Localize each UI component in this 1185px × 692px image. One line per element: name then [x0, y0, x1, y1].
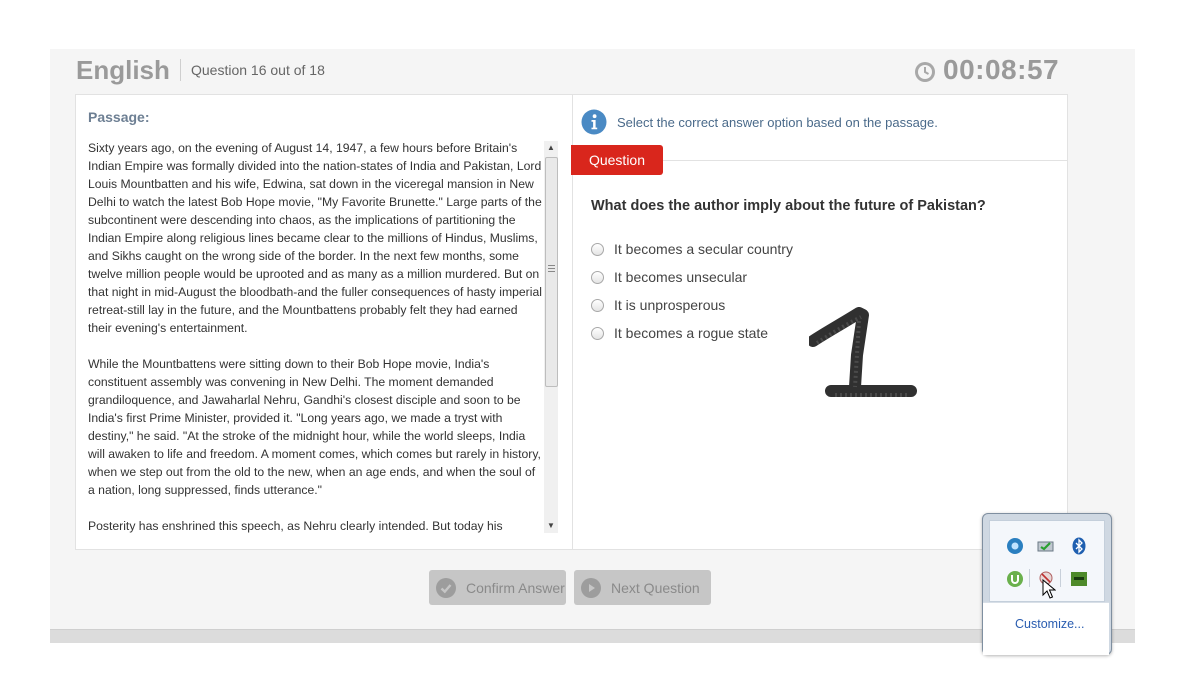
system-tray-popup: Customize... [982, 513, 1112, 655]
next-question-button[interactable]: Next Question [574, 570, 711, 605]
header-divider [180, 59, 181, 81]
network-icon[interactable] [1006, 537, 1024, 555]
next-question-label: Next Question [611, 579, 700, 596]
passage-paragraph: While the Mountbattens were sitting down… [88, 357, 541, 497]
clock-icon [915, 62, 935, 82]
question-counter: Question 16 out of 18 [191, 62, 325, 78]
option-label[interactable]: It becomes a rogue state [614, 325, 768, 341]
customize-link[interactable]: Customize... [1015, 617, 1084, 631]
countdown-timer: 00:08:57 [943, 54, 1060, 85]
test-app: English Question 16 out of 18 00:08:57 P… [50, 49, 1135, 643]
passage-paragraph: Posterity has enshrined this speech, as … [88, 519, 503, 533]
confirm-answer-button[interactable]: Confirm Answer [429, 570, 566, 605]
option-label[interactable]: It becomes a secular country [614, 241, 793, 257]
radio-button[interactable] [591, 242, 604, 256]
radio-button[interactable] [591, 298, 604, 312]
option-label[interactable]: It becomes unsecular [614, 269, 747, 285]
tray-divider [1029, 569, 1030, 587]
scroll-down-arrow-icon[interactable]: ▼ [544, 519, 558, 533]
battery-icon[interactable] [1037, 537, 1055, 555]
torrent-icon[interactable] [1006, 570, 1024, 588]
check-icon [436, 577, 456, 598]
answer-option[interactable]: It is unprosperous [591, 291, 793, 319]
passage-label: Passage: [88, 109, 150, 125]
handwritten-number-annotation [809, 307, 917, 397]
answer-options: It becomes a secular country It becomes … [591, 235, 793, 347]
scrollbar-thumb[interactable] [545, 157, 558, 387]
tray-icons-area [989, 520, 1105, 602]
passage-text: Sixty years ago, on the evening of Augus… [88, 139, 542, 535]
passage-pane: Passage: Sixty years ago, on the evening… [76, 95, 573, 549]
radio-button[interactable] [591, 326, 604, 340]
question-tab: Question [571, 145, 663, 175]
answer-option[interactable]: It becomes a rogue state [591, 319, 793, 347]
customize-section: Customize... [983, 602, 1109, 655]
confirm-answer-label: Confirm Answer [466, 579, 565, 596]
passage-paragraph: Sixty years ago, on the evening of Augus… [88, 141, 542, 335]
grip-icon [548, 265, 555, 274]
answer-option[interactable]: It becomes unsecular [591, 263, 793, 291]
mouse-cursor-icon [1042, 579, 1056, 599]
play-icon [581, 577, 601, 598]
answer-option[interactable]: It becomes a secular country [591, 235, 793, 263]
passage-scrollbar[interactable]: ▲ ▼ [544, 141, 558, 533]
tray-divider [1060, 569, 1061, 587]
option-label[interactable]: It is unprosperous [614, 297, 725, 313]
question-pane: Select the correct answer option based o… [571, 95, 1067, 549]
subject-title: English [76, 55, 170, 85]
question-text: What does the author imply about the fut… [591, 198, 986, 214]
radio-button[interactable] [591, 270, 604, 284]
bluetooth-icon[interactable] [1070, 537, 1088, 555]
instruction-text: Select the correct answer option based o… [617, 115, 938, 130]
scroll-up-arrow-icon[interactable]: ▲ [544, 141, 558, 155]
content-panel: Passage: Sixty years ago, on the evening… [75, 94, 1068, 550]
info-icon [581, 109, 607, 135]
footer-bar [50, 629, 1135, 643]
app-icon[interactable] [1070, 570, 1088, 588]
